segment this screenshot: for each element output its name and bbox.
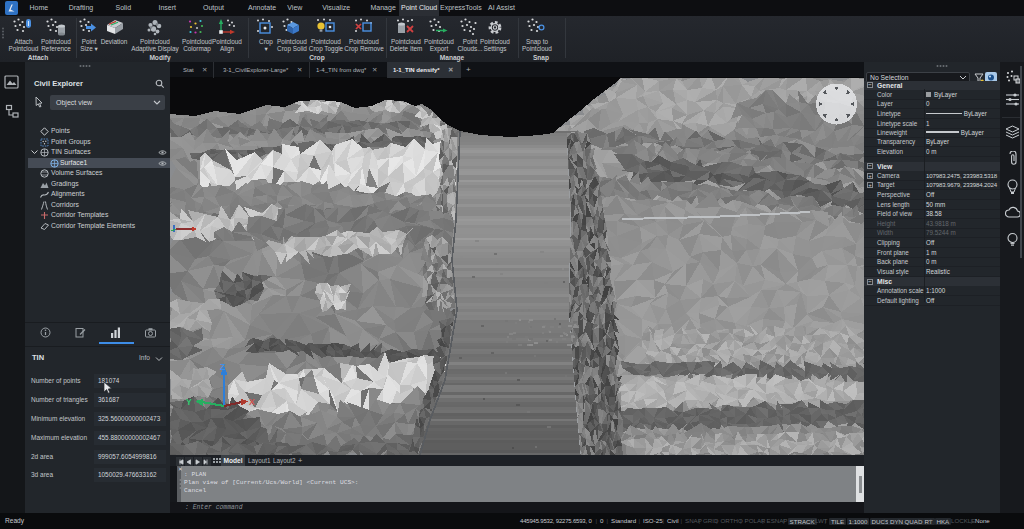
- svg-text:Z: Z: [220, 362, 225, 372]
- svg-text:Y: Y: [186, 397, 192, 407]
- svg-text:X: X: [249, 397, 255, 407]
